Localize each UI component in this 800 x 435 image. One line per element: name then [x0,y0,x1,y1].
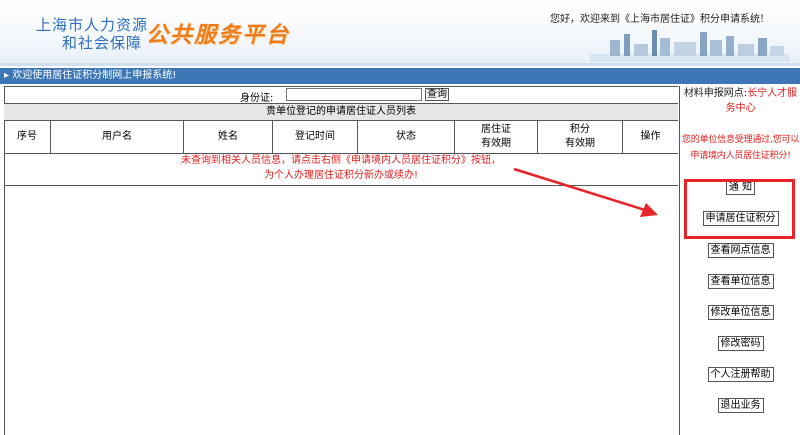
header-welcome: 您好，欢迎来到《上海市居住证》积分申请系统! [550,14,765,25]
logo-line2: 和社会保障 [62,34,143,52]
logo-title: 公共服务平台 [146,23,291,48]
welcome-bar: ▸ 欢迎使用居住证积分制网上申报系统! [0,68,800,84]
site-header: 上海市人力资源 和社会保障 公共服务平台 您好，欢迎来到《上海市居住证》积分申请… [0,0,800,63]
column-header: 登记时间 [273,121,358,153]
column-header: 姓名 [184,121,273,153]
material-point: 材料申报网点:长宁人才服务中心 [680,86,800,116]
welcome-bar-text: ▸ 欢迎使用居住证积分制网上申报系统! [4,70,177,81]
query-button[interactable]: 查询 [425,88,449,101]
annotation-arrow [513,167,658,217]
column-header: 用户名 [51,121,184,153]
id-card-input[interactable] [286,88,422,101]
sidebar-link-register-help[interactable]: 个人注册帮助 [680,367,800,382]
list-title: 贵单位登记的申请居住证人员列表 [4,104,678,121]
column-header: 状态 [358,121,455,153]
sidebar-link-change-password[interactable]: 修改密码 [680,336,800,351]
sidebar-link-view-unit[interactable]: 查看单位信息 [680,274,800,289]
header-divider [0,63,800,66]
column-header: 居住证 有效期 [455,121,538,153]
column-header: 操作 [640,131,661,142]
column-header: 积分 有效期 [538,121,623,153]
material-label: 材料申报网点: [683,88,748,99]
sidebar-link-logout[interactable]: 退出业务 [680,398,800,413]
sidebar: 材料申报网点:长宁人才服务中心 您的单位信息受理通过,您可以申请境内人员居住证积… [679,86,800,435]
id-card-label: 身份证: [240,93,274,104]
table-header: 序号 用户名 姓名 登记时间 状态 居住证 有效期 积分 有效期 操作 [4,121,678,154]
sidebar-notice: 您的单位信息受理通过,您可以申请境内人员居住证积分! [681,135,800,161]
highlight-box [684,179,795,239]
sidebar-link-edit-unit[interactable]: 修改单位信息 [680,305,800,320]
search-row: 身份证: 查询 [4,86,678,104]
sidebar-link-view-outlets[interactable]: 查看网点信息 [680,243,800,258]
city-skyline-image [590,30,790,62]
column-header: 序号 [4,121,51,153]
